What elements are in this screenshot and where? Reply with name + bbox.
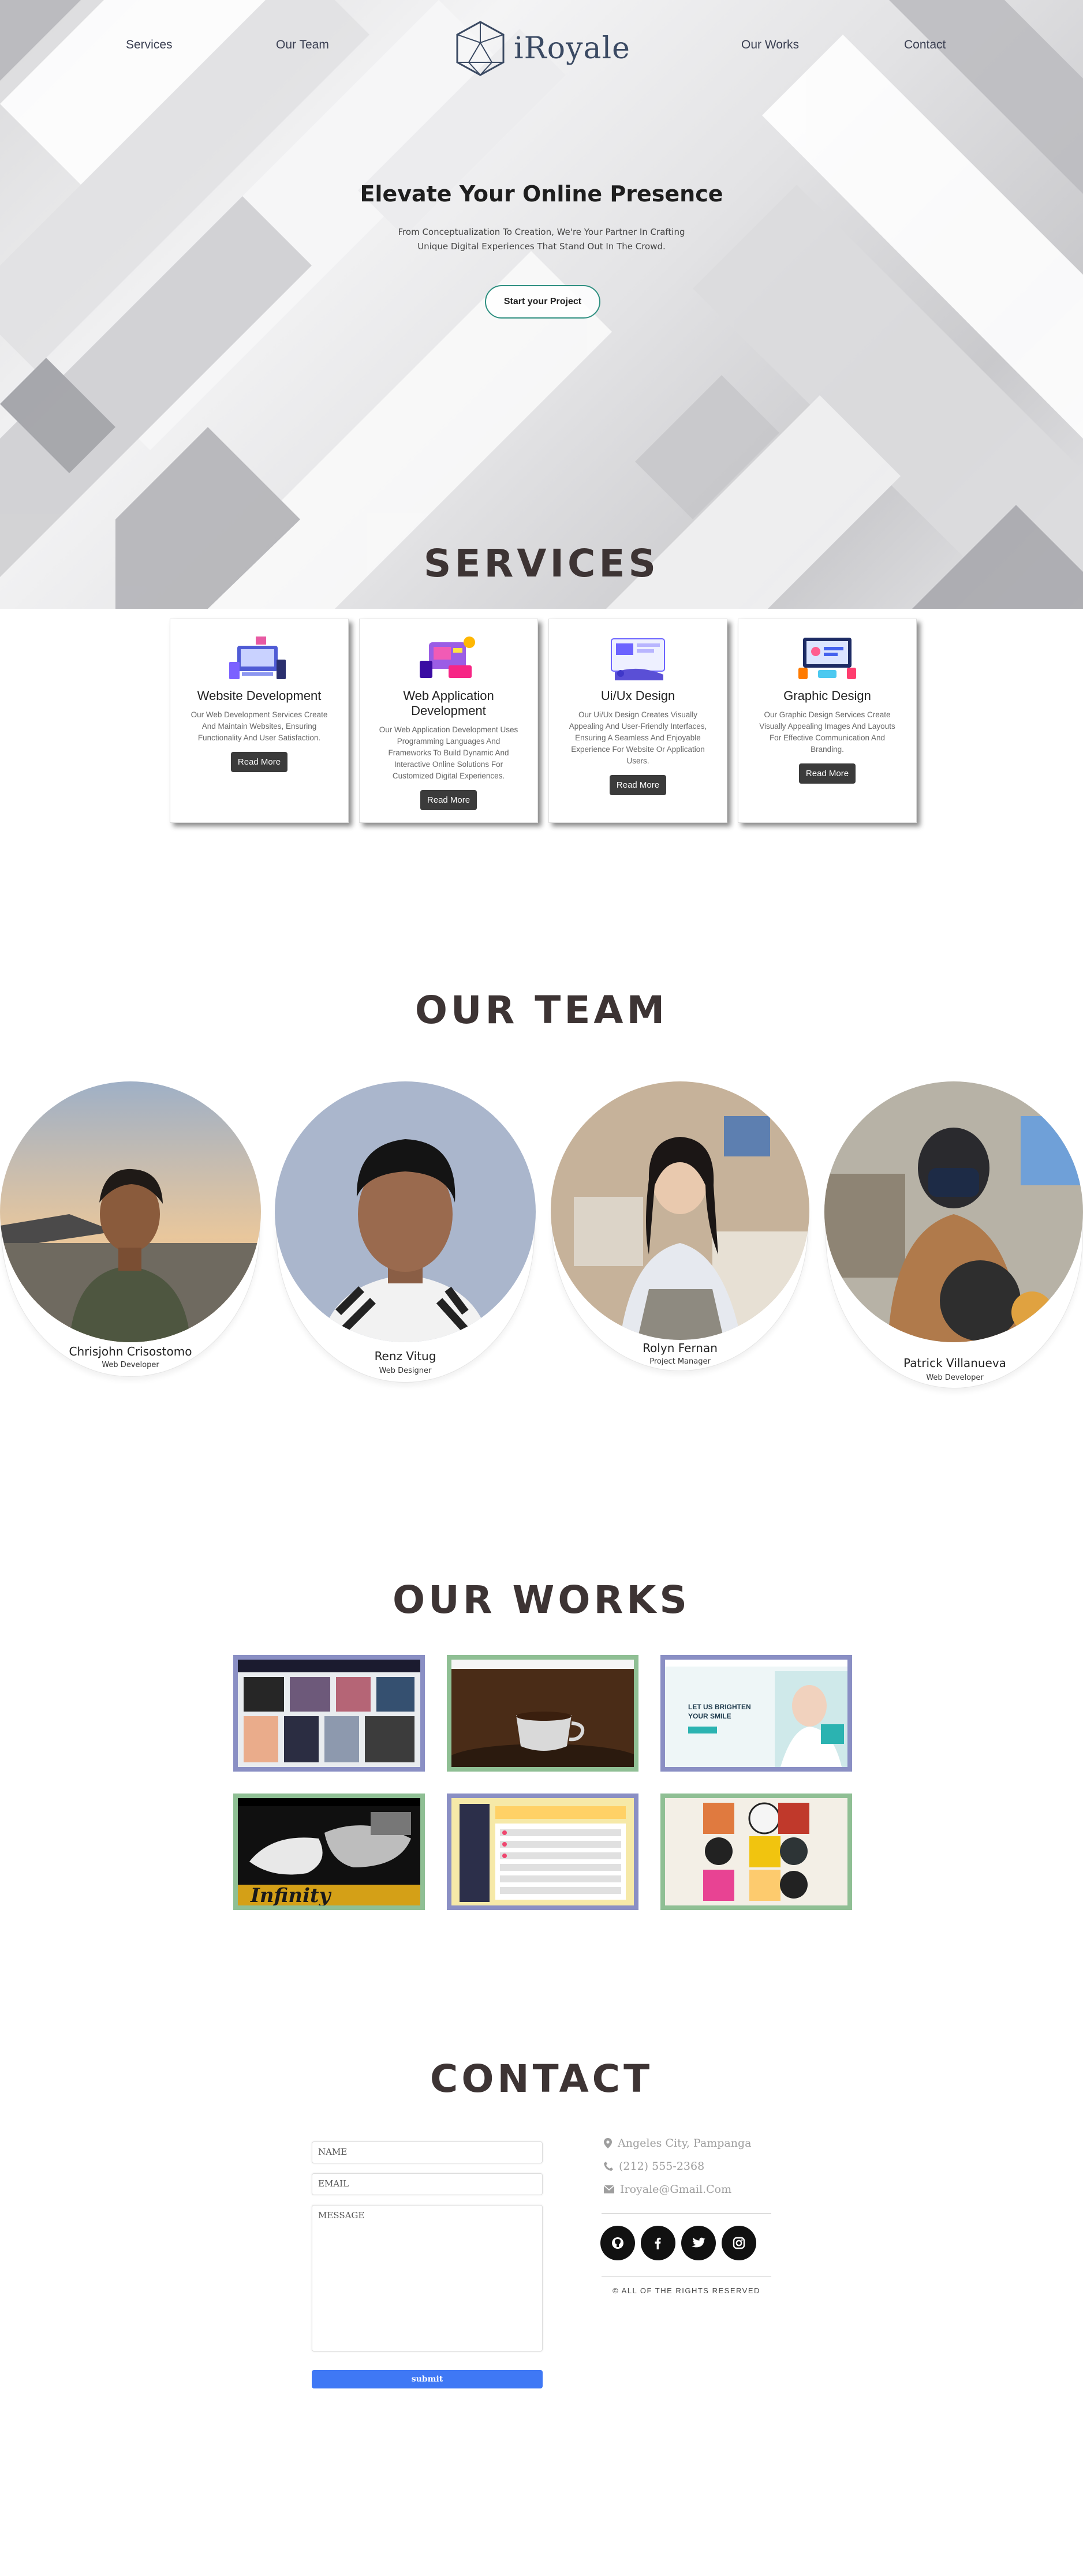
submit-button[interactable]: submit [312,2370,543,2388]
contact-heading: CONTACT [430,2057,653,2101]
service-card-graphic: Graphic Design Our Graphic Design Servic… [738,619,917,823]
nav-contact[interactable]: Contact [904,38,946,52]
address-text: Angeles City, Pampanga [618,2137,752,2150]
member-name: Patrick Villanueva [903,1356,1006,1370]
work-caption: LET US BRIGHTEN [688,1703,751,1711]
member-role: Web Developer [926,1373,984,1382]
avatar [275,1081,536,1342]
work-preview: LET US BRIGHTEN YOUR SMILE [665,1660,847,1767]
member-photo [275,1081,536,1342]
email-row: Iroyale@Gmail.Com [604,2183,731,2196]
github-icon[interactable] [600,2226,635,2260]
work-thumbnail[interactable] [233,1655,425,1772]
service-title: Graphic Design [783,688,871,703]
service-card-web-application: Web Application Development Our Web Appl… [359,619,538,823]
nav-our-works[interactable]: Our Works [741,38,799,52]
uiux-design-illustration-icon [611,638,665,680]
service-title: Ui/Ux Design [600,688,675,703]
work-preview: Infinity [238,1798,420,1905]
svg-text:Infinity: Infinity [250,1884,332,1905]
divider [602,2276,771,2277]
website-development-illustration-icon [229,636,286,679]
service-description: Our Web Application Development Uses Pro… [379,725,518,780]
address-row: Angeles City, Pampanga [604,2137,752,2150]
logo-icon [456,21,505,76]
member-photo [551,1081,809,1340]
service-description: Our Graphic Design Services Create Visua… [759,710,895,754]
instagram-icon[interactable] [722,2226,756,2260]
work-thumbnail[interactable] [660,1794,852,1910]
avatar [0,1081,261,1342]
start-project-button[interactable]: Start your Project [485,285,600,319]
copyright-text: © ALL OF THE RIGHTS RESERVED [613,2286,760,2295]
service-card-website: Website Development Our Web Development … [170,619,349,823]
nav-services[interactable]: Services [126,38,173,52]
read-more-button[interactable]: Read More [230,752,288,772]
team-member-card: Renz Vitug Web Designer [275,1081,536,1387]
twitter-icon[interactable] [681,2226,716,2260]
team-member-card: Chrisjohn Crisostomo Web Developer [0,1081,261,1381]
works-heading: OUR WORKS [393,1578,690,1622]
team-member-card: Rolyn Fernan Project Manager [551,1081,809,1376]
work-preview [238,1660,420,1767]
avatar [551,1081,809,1340]
envelope-icon [604,2185,614,2193]
logo-text: iRoyale [514,31,630,66]
phone-text: (212) 555-2368 [619,2160,705,2173]
member-photo [0,1081,261,1342]
facebook-icon[interactable] [641,2226,675,2260]
read-more-button[interactable]: Read More [609,775,667,795]
member-name: Chrisjohn Crisostomo [69,1345,192,1358]
hero-section: Services Our Team iRoyale Our Works Cont… [0,0,1083,609]
work-thumbnail[interactable]: Infinity [233,1794,425,1910]
svg-text:YOUR SMILE: YOUR SMILE [688,1712,731,1720]
member-role: Project Manager [649,1357,711,1366]
work-thumbnail[interactable] [447,1655,638,1772]
nav-our-team[interactable]: Our Team [276,38,329,52]
hero-subtitle: From Conceptualization To Creation, We'r… [398,227,685,252]
read-more-button[interactable]: Read More [420,790,477,810]
team-heading: OUR TEAM [414,988,669,1032]
web-application-illustration-icon [420,636,475,678]
services-heading: SERVICES [423,541,660,586]
message-field[interactable]: MESSAGE [312,2205,543,2352]
read-more-button[interactable]: Read More [798,763,856,784]
map-marker-icon [604,2138,612,2148]
name-field[interactable]: NAME [312,2141,543,2163]
service-title: Web Application Development [403,688,494,718]
team-member-card: Patrick Villanueva Web Developer [824,1081,1083,1393]
member-role: Web Developer [102,1361,159,1369]
member-name: Renz Vitug [374,1349,436,1363]
member-role: Web Designer [379,1366,432,1375]
avatar [824,1081,1083,1342]
divider [602,2213,771,2214]
service-card-uiux: Ui/Ux Design Our Ui/Ux Design Creates Vi… [548,619,727,823]
member-photo [824,1081,1083,1342]
service-description: Our Ui/Ux Design Creates Visually Appeal… [569,710,707,765]
hero-title: Elevate Your Online Presence [360,181,723,207]
work-thumbnail[interactable]: LET US BRIGHTEN YOUR SMILE [660,1655,852,1772]
work-thumbnail[interactable] [447,1794,638,1910]
work-preview [665,1798,847,1905]
email-field[interactable]: EMAIL [312,2173,543,2195]
phone-icon [604,2162,613,2171]
service-description: Our Web Development Services Create And … [191,710,328,742]
work-preview [451,1660,634,1767]
member-name: Rolyn Fernan [643,1341,718,1355]
logo[interactable]: iRoyale [451,20,630,77]
work-preview [451,1798,634,1905]
email-text: Iroyale@Gmail.Com [620,2183,732,2196]
phone-row: (212) 555-2368 [604,2160,704,2173]
service-title: Website Development [197,688,322,703]
graphic-design-illustration-icon [798,638,856,679]
